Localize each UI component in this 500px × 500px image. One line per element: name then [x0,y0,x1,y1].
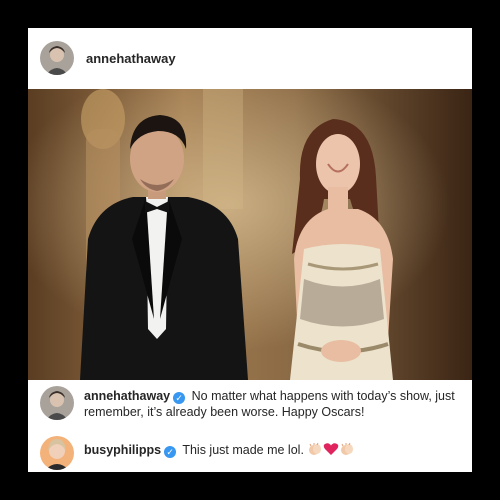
profile-avatar[interactable] [40,41,74,75]
comment-body: annehathaway ✓ No matter what happens wit… [84,386,464,420]
comments-section: annehathaway ✓ No matter what happens wit… [28,380,472,472]
comment-text: This just made me lol. [182,443,304,457]
comment-username[interactable]: busyphilipps [84,443,161,457]
comment-item: annehathaway ✓ No matter what happens wit… [40,386,464,420]
post-username[interactable]: annehathaway [86,51,176,66]
comment-item: busyphilipps ✓ This just made me lol. [40,436,464,470]
comment-body: busyphilipps ✓ This just made me lol. [84,436,464,460]
verified-badge-icon: ✓ [173,392,186,404]
verified-badge-icon: ✓ [164,446,177,458]
commenter-avatar[interactable] [40,386,74,420]
post-photo[interactable] [28,89,472,380]
commenter-avatar[interactable] [40,436,74,470]
red-heart-icon [323,442,339,460]
clapping-hands-icon [339,442,355,460]
comment-username[interactable]: annehathaway [84,389,170,403]
clapping-hands-icon [307,442,323,460]
post-header: annehathaway [28,28,472,88]
instagram-post-card: annehathaway annehathaway ✓ No matter wh… [28,28,472,472]
